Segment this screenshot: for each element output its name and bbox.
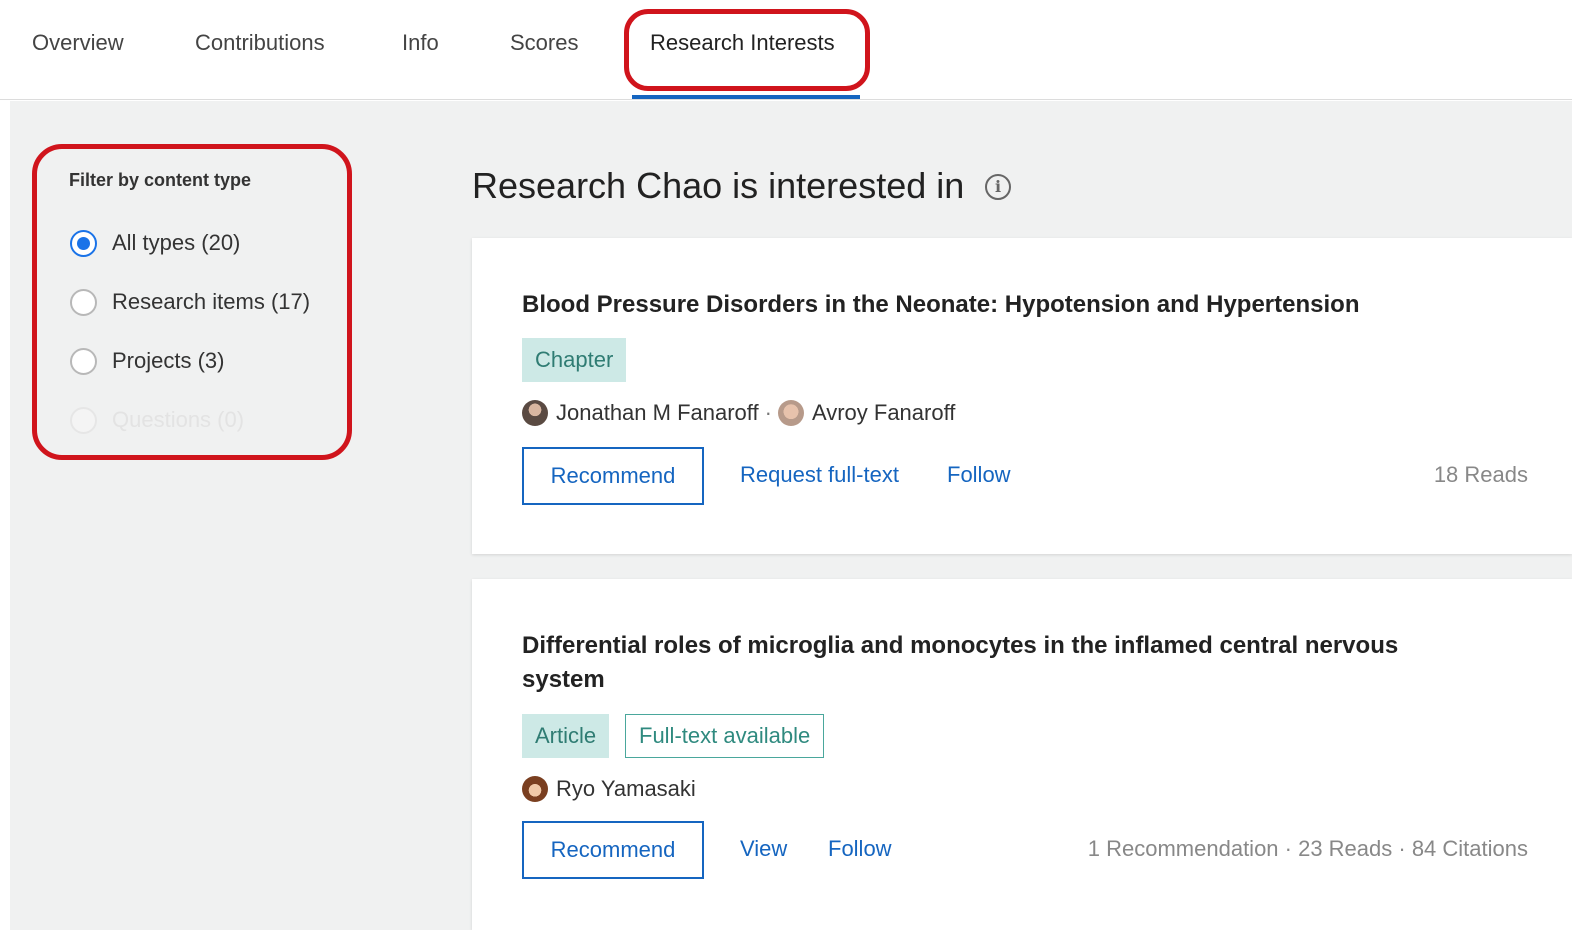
item-stats: 18 Reads bbox=[1433, 462, 1528, 487]
filter-heading: Filter by content type bbox=[69, 170, 252, 190]
recommend-button[interactable]: Recommend bbox=[522, 447, 704, 505]
full-text-badge: Full-text available bbox=[625, 714, 825, 758]
avatar[interactable] bbox=[777, 400, 804, 426]
tab-info[interactable]: Info bbox=[402, 30, 439, 56]
item-type-badge: Article bbox=[522, 714, 610, 758]
avatar[interactable] bbox=[522, 776, 548, 802]
active-tab-indicator bbox=[632, 95, 860, 99]
page-title: Research Chao is interested in bbox=[472, 165, 965, 206]
filter-option-label: All types (20) bbox=[112, 230, 241, 255]
author-list: Ryo Yamasaki bbox=[522, 774, 696, 804]
tab-overview[interactable]: Overview bbox=[32, 30, 124, 56]
tab-research-interests[interactable]: Research Interests bbox=[650, 30, 835, 56]
research-item-card: Differential roles of microglia and mono… bbox=[472, 579, 1572, 930]
author-name[interactable]: Ryo Yamasaki bbox=[556, 776, 696, 802]
research-item-card: Blood Pressure Disorders in the Neonate:… bbox=[472, 238, 1572, 554]
radio-unchecked-icon[interactable] bbox=[70, 347, 97, 375]
author-list: Jonathan M Fanaroff · Avroy Fanaroff bbox=[522, 398, 955, 428]
tab-scores[interactable]: Scores bbox=[510, 30, 578, 56]
filter-option-research-items[interactable]: Research items (17) bbox=[70, 287, 310, 317]
item-title[interactable]: Differential roles of microglia and mono… bbox=[522, 629, 1482, 697]
filter-option-label: Projects (3) bbox=[112, 348, 225, 373]
follow-link[interactable]: Follow bbox=[828, 836, 892, 862]
radio-disabled-icon bbox=[70, 406, 97, 434]
avatar[interactable] bbox=[522, 400, 548, 426]
item-type-badge: Chapter bbox=[522, 338, 627, 382]
filter-option-label: Questions (0) bbox=[112, 407, 245, 432]
radio-unchecked-icon[interactable] bbox=[70, 288, 97, 316]
item-title[interactable]: Blood Pressure Disorders in the Neonate:… bbox=[522, 288, 1482, 322]
view-link[interactable]: View bbox=[740, 836, 787, 862]
filter-option-projects[interactable]: Projects (3) bbox=[70, 346, 224, 376]
recommend-button[interactable]: Recommend bbox=[522, 821, 704, 879]
author-name[interactable]: Jonathan M Fanaroff bbox=[556, 400, 759, 426]
radio-checked-icon[interactable] bbox=[70, 229, 97, 257]
filter-option-questions: Questions (0) bbox=[70, 405, 244, 435]
filter-option-all-types[interactable]: All types (20) bbox=[70, 228, 240, 258]
info-icon[interactable]: i bbox=[985, 174, 1011, 200]
author-separator: · bbox=[764, 400, 772, 425]
item-stats: 1 Recommendation · 23 Reads · 84 Citatio… bbox=[1087, 836, 1528, 861]
tab-contributions[interactable]: Contributions bbox=[195, 30, 325, 56]
follow-link[interactable]: Follow bbox=[947, 462, 1011, 488]
request-full-text-link[interactable]: Request full-text bbox=[740, 462, 899, 488]
filter-option-label: Research items (17) bbox=[112, 289, 311, 314]
author-name[interactable]: Avroy Fanaroff bbox=[812, 400, 955, 426]
profile-tab-bar: Overview Contributions Info Scores Resea… bbox=[0, 0, 1572, 100]
